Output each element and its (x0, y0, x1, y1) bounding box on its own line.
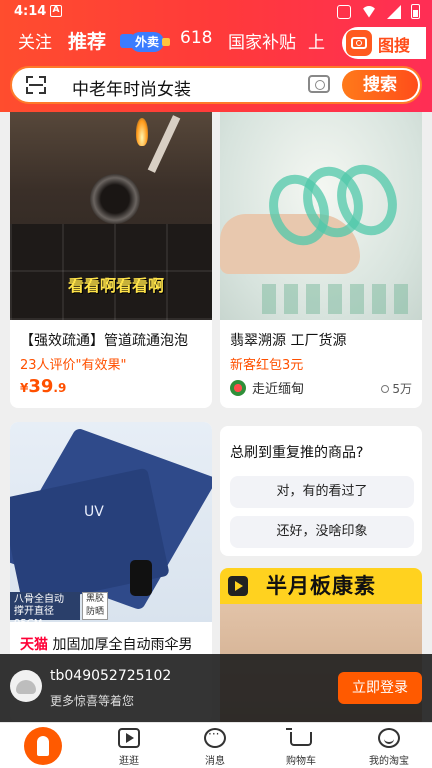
product-price: ¥39.9 (20, 376, 67, 397)
smile-icon (378, 728, 400, 748)
message-icon (204, 727, 226, 748)
uv-label: UV (84, 504, 104, 520)
battery-icon (411, 4, 420, 19)
feedback-question: 总刷到重复推的商品? (230, 445, 364, 461)
product-card[interactable]: 看看啊看看啊 【强效疏通】管道疏通泡泡 23人评价"有效果" ¥39.9 (10, 112, 212, 408)
scan-icon[interactable] (26, 76, 46, 94)
shop-info[interactable]: 走近缅甸 (230, 378, 304, 397)
fans-count: 5万 (381, 380, 412, 397)
avatar (10, 670, 42, 702)
login-button[interactable]: 立即登录 (338, 672, 422, 704)
product-banner: 半月板康素 (220, 568, 422, 604)
a-notification-icon: A (50, 5, 62, 17)
tab-partial[interactable]: 上 (308, 28, 328, 53)
person-icon (381, 384, 390, 393)
status-time: 4:14 (14, 4, 47, 19)
nav-home[interactable] (0, 723, 86, 768)
image-tag: 黑胶 防晒 (82, 592, 108, 620)
image-tag: 八骨全自动 撑开直径95CM (10, 592, 80, 629)
product-feed: 看看啊看看啊 【强效疏通】管道疏通泡泡 23人评价"有效果" ¥39.9 翡翠溯… (0, 112, 432, 722)
product-title: 翡翠溯源 工厂货源 (230, 333, 347, 349)
nav-my-taobao[interactable]: 我的淘宝 (346, 723, 432, 768)
home-rocket-icon (24, 727, 62, 765)
status-bar: 4:14 A (0, 0, 432, 24)
shop-logo-icon (230, 379, 246, 396)
tmall-badge: 天猫 (20, 637, 48, 653)
search-button[interactable]: 搜索 (342, 70, 418, 100)
nav-messages[interactable]: 消息 (172, 723, 258, 768)
status-icons (337, 4, 420, 19)
tab-recommend[interactable]: 推荐 (68, 27, 106, 54)
feedback-option-no-impression[interactable]: 还好，没啥印象 (230, 516, 414, 548)
cart-icon (286, 728, 312, 746)
search-input[interactable]: 中老年时尚女装 (72, 75, 191, 100)
promo-tag: 新客红包3元 (230, 358, 304, 373)
vibrate-icon (337, 4, 351, 19)
image-search-button[interactable]: 图搜 (342, 27, 426, 59)
camera-icon (346, 30, 372, 56)
waimai-label: 外卖 (130, 32, 171, 52)
tab-618[interactable]: 618 (180, 28, 212, 48)
feedback-card: 总刷到重复推的商品? 对，有的看过了 还好，没啥印象 (220, 426, 422, 556)
wifi-icon (361, 5, 377, 18)
product-title: 天猫 加固加厚全自动雨伞男 (20, 637, 193, 653)
image-search-label: 图搜 (378, 36, 411, 55)
search-camera-icon[interactable] (308, 75, 330, 93)
nav-cart[interactable]: 购物车 (258, 723, 344, 768)
product-image: 看看啊看看啊 (10, 112, 212, 320)
image-caption: 看看啊看看啊 (67, 276, 164, 295)
drain-graphic (90, 174, 140, 224)
shop-name: 走近缅甸 (252, 382, 305, 397)
tab-national-subsidy[interactable]: 国家补贴 (228, 28, 296, 53)
login-prompt-bar: tb049052725102 更多惊喜等着您 立即登录 (0, 654, 432, 722)
login-subtitle: 更多惊喜等着您 (50, 694, 135, 708)
play-icon[interactable] (228, 576, 248, 596)
nav-guangguang[interactable]: 逛逛 (86, 723, 172, 768)
flame-graphic (136, 118, 148, 146)
feedback-option-seen[interactable]: 对，有的看过了 (230, 476, 414, 508)
video-icon (118, 728, 140, 748)
signal-icon (387, 4, 401, 19)
username: tb049052725102 (50, 668, 172, 684)
tab-follow[interactable]: 关注 (18, 28, 52, 53)
product-image: UV 八骨全自动 撑开直径95CM 黑胶 防晒 (10, 422, 212, 629)
search-bar[interactable]: 中老年时尚女装 搜索 (10, 66, 422, 104)
bottom-nav: 逛逛 消息 购物车 我的淘宝 (0, 722, 432, 768)
tab-waimai[interactable]: 外卖 (120, 30, 171, 54)
app-header: 4:14 A 关注 推荐 外卖 618 国家补贴 上 图搜 中老年时尚女装 搜索 (0, 0, 432, 112)
product-card[interactable]: 翡翠溯源 工厂货源 新客红包3元 走近缅甸 5万 (220, 112, 422, 408)
product-title: 【强效疏通】管道疏通泡泡 (20, 333, 188, 349)
product-image (220, 112, 422, 320)
review-tag: 23人评价"有效果" (20, 358, 127, 373)
